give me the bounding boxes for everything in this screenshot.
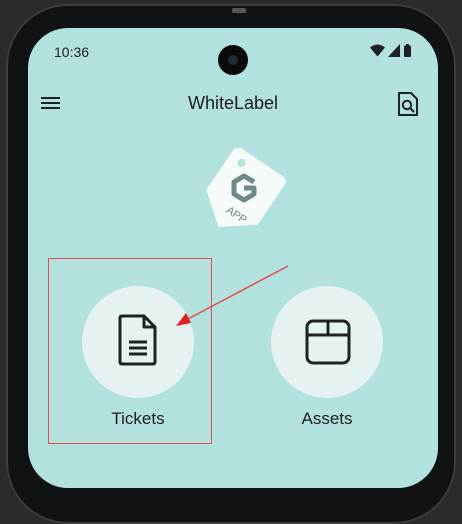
app-bar: WhiteLabel [28, 84, 438, 128]
assets-label: Assets [301, 409, 353, 428]
document-search-icon[interactable] [397, 91, 419, 117]
battery-icon [404, 44, 411, 57]
annotation-highlight-box [48, 258, 212, 444]
box-icon [305, 319, 351, 365]
signal-icon [388, 44, 400, 57]
app-logo: APP [206, 148, 286, 228]
bezel-sensor [232, 8, 246, 13]
wifi-icon [370, 44, 385, 57]
status-time: 10:36 [54, 44, 90, 60]
status-bar: 10:36 [28, 28, 438, 76]
assets-tile[interactable]: Assets [271, 286, 383, 428]
front-camera [218, 45, 248, 75]
app-title: WhiteLabel [187, 93, 279, 113]
assets-tile-circle[interactable] [271, 286, 383, 398]
status-icons [370, 44, 420, 58]
